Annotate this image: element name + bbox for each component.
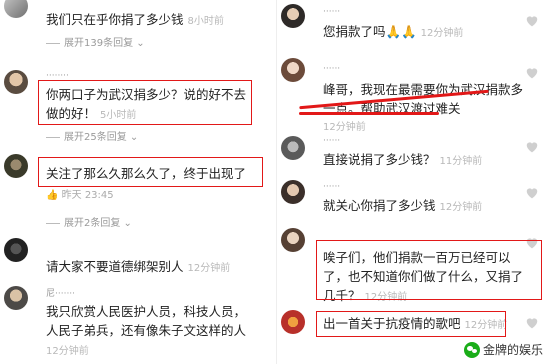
avatar[interactable] <box>4 154 28 178</box>
avatar[interactable] <box>281 310 305 334</box>
username: ······ <box>323 64 341 74</box>
expand-replies-link[interactable]: 展开25条回复 ⌄ <box>46 128 138 143</box>
comment-text: 您捐款了吗🙏🙏 12分钟前 <box>323 24 464 39</box>
timestamp: 12分钟前 <box>323 122 366 133</box>
watermark: 金牌的娱乐 <box>463 341 543 358</box>
wechat-logo-icon <box>463 341 480 358</box>
left-comment-column: 我们只在乎你捐了多少钱 8小时前 展开139条回复 ⌄ ········ 你两口子… <box>0 0 274 364</box>
comment-item: ······ 直接说捐了多少钱？ 11分钟前 <box>277 132 549 174</box>
like-heart-icon[interactable] <box>525 316 539 329</box>
right-comment-column: ······ 您捐款了吗🙏🙏 12分钟前 ······ 峰哥，我现在最需要你为武汉… <box>276 0 549 364</box>
highlight-box <box>316 311 506 337</box>
comment-text: 就关心你捐了多少钱 12分钟前 <box>323 198 483 213</box>
username: ······ <box>323 7 341 17</box>
avatar[interactable] <box>281 228 305 252</box>
comment-text: 我们只在乎你捐了多少钱 8小时前 <box>46 12 224 27</box>
expand-replies-link[interactable]: 展开139条回复 ⌄ <box>46 34 145 49</box>
highlight-box <box>38 157 263 187</box>
username: ······ <box>323 136 341 146</box>
highlight-box <box>316 240 542 300</box>
like-heart-icon[interactable] <box>525 66 539 79</box>
avatar[interactable] <box>281 180 305 204</box>
comment-text: 我只欣赏人民医护人员，科技人员， 人民子弟兵，还有像朱子文这样的人 12分钟前 <box>46 304 247 357</box>
comment-item: ······ 您捐款了吗🙏🙏 12分钟前 <box>277 0 549 46</box>
expand-replies-link[interactable]: 展开2条回复 ⌄ <box>46 214 132 229</box>
avatar[interactable] <box>281 4 305 28</box>
avatar[interactable] <box>4 286 28 310</box>
timestamp: 👍 昨天 23:45 <box>46 190 114 201</box>
avatar[interactable] <box>4 70 28 94</box>
username: ······ <box>323 182 341 192</box>
comment-text: 直接说捐了多少钱？ 11分钟前 <box>323 152 483 167</box>
avatar[interactable] <box>281 58 305 82</box>
comment-item: ······ 峰哥，我现在最需要你为武汉捐款多 一点。帮助武汉渡过难关 12分钟… <box>277 50 549 133</box>
comment-item: 我们只在乎你捐了多少钱 8小时前 展开139条回复 ⌄ <box>0 0 274 62</box>
comment-item: 请大家不要道德绑架别人 12分钟前 <box>0 232 274 282</box>
highlight-box <box>38 80 252 125</box>
comment-text: 请大家不要道德绑架别人 12分钟前 <box>46 259 231 274</box>
underline-mark <box>299 112 439 115</box>
avatar[interactable] <box>281 136 305 160</box>
like-heart-icon[interactable] <box>525 186 539 199</box>
like-heart-icon[interactable] <box>525 14 539 27</box>
username: 尼······· <box>46 289 76 299</box>
comment-item: ······ 就关心你捐了多少钱 12分钟前 <box>277 176 549 220</box>
comment-item: 尼······· 我只欣赏人民医护人员，科技人员， 人民子弟兵，还有像朱子文这样… <box>0 282 274 364</box>
like-heart-icon[interactable] <box>525 140 539 153</box>
avatar[interactable] <box>4 238 28 262</box>
avatar[interactable] <box>4 0 28 18</box>
